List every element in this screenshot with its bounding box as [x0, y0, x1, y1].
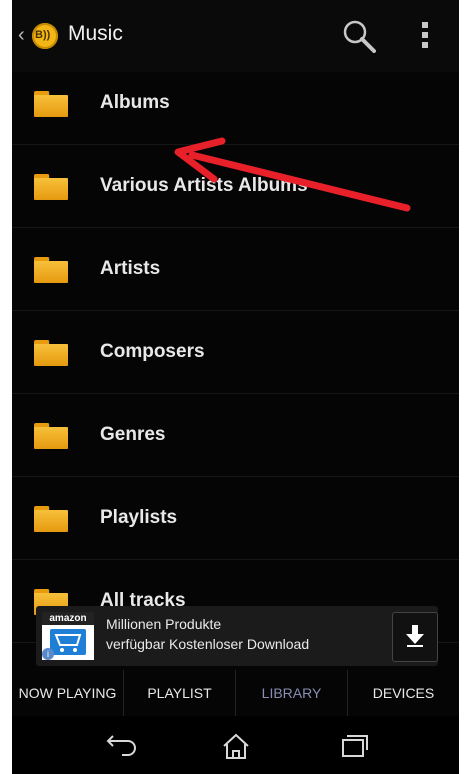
ad-subline: verfügbar Kostenloser Download — [106, 636, 310, 652]
app-logo-icon[interactable]: B)) — [32, 23, 58, 49]
list-item-label: Various Artists Albums — [100, 175, 308, 196]
list-item[interactable]: Playlists — [12, 477, 459, 560]
tab-now-playing[interactable]: NOW PLAYING — [12, 670, 124, 716]
list-item[interactable]: Composers — [12, 311, 459, 394]
back-chevron-icon[interactable]: ‹ — [18, 24, 25, 47]
list-item[interactable]: Albums — [12, 62, 459, 145]
list-item[interactable]: Genres — [12, 394, 459, 477]
search-icon[interactable] — [342, 19, 376, 53]
ad-banner[interactable]: amazon i Millionen Produkte verfügbar Ko… — [36, 606, 438, 666]
phone-screen: ‹ B)) Music Albums Various Artists Album… — [12, 0, 459, 774]
folder-icon — [34, 423, 68, 449]
system-nav-bar — [12, 716, 459, 774]
folder-icon — [34, 506, 68, 532]
app-logo-text: B)) — [35, 29, 51, 41]
tab-devices[interactable]: DEVICES — [348, 670, 459, 716]
list-item[interactable]: Artists — [12, 228, 459, 311]
tab-playlist[interactable]: PLAYLIST — [124, 670, 236, 716]
list-item[interactable]: Various Artists Albums — [12, 145, 459, 228]
folder-icon — [34, 91, 68, 117]
bottom-tab-bar: NOW PLAYING PLAYLIST LIBRARY DEVICES — [12, 670, 459, 716]
list-item-label: Albums — [100, 92, 170, 113]
ad-headline: Millionen Produkte — [106, 616, 222, 632]
tab-library[interactable]: LIBRARY — [236, 670, 348, 716]
amazon-logo: amazon i — [42, 612, 94, 660]
list-item-label: Composers — [100, 341, 205, 362]
list-item-label: Artists — [100, 258, 161, 279]
home-nav-icon[interactable] — [216, 732, 256, 760]
app-title[interactable]: Music — [68, 22, 123, 46]
folder-icon — [34, 340, 68, 366]
download-button[interactable] — [392, 612, 438, 662]
shopping-cart-icon — [50, 629, 86, 655]
recent-apps-icon[interactable] — [334, 732, 374, 760]
folder-icon — [34, 257, 68, 283]
library-list: Albums Various Artists Albums Artists Co… — [12, 62, 459, 643]
list-item-label: Playlists — [100, 507, 178, 528]
info-icon[interactable]: i — [42, 648, 54, 660]
list-item-label: Genres — [100, 424, 166, 445]
folder-icon — [34, 174, 68, 200]
back-nav-icon[interactable] — [100, 732, 140, 760]
amazon-brand-text: amazon — [42, 612, 94, 625]
overflow-menu-icon[interactable] — [420, 22, 430, 52]
download-arrow-icon — [406, 625, 424, 647]
